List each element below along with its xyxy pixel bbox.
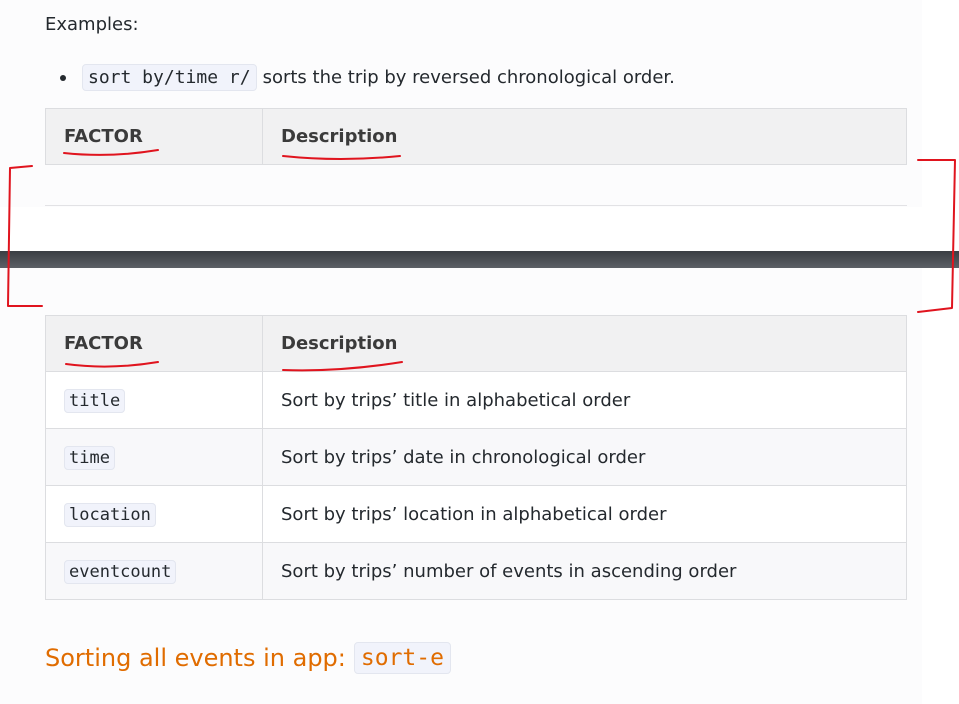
section-heading-code: sort-e	[353, 642, 451, 674]
description-cell: Sort by trips’ location in alphabetical …	[262, 485, 907, 543]
factor-code: title	[64, 388, 126, 413]
header-description: Description	[262, 315, 907, 372]
table-row: title Sort by trips’ title in alphabetic…	[45, 371, 907, 429]
table-row: location Sort by trips’ location in alph…	[45, 485, 907, 543]
section-heading: Sorting all events in app: sort-e	[45, 642, 451, 674]
factor-code: time	[64, 445, 115, 470]
example-description: sorts the trip by reversed chronological…	[262, 67, 675, 88]
factor-code: location	[64, 502, 156, 527]
factor-cell: location	[45, 485, 263, 543]
header-description: Description	[262, 108, 907, 165]
factor-table-bottom: FACTOR Description title Sort by trips’ …	[45, 315, 907, 600]
factor-cell: eventcount	[45, 542, 263, 600]
right-bracket	[917, 159, 956, 313]
table-header-row: FACTOR Description	[45, 108, 907, 165]
example-command-code: sort by/time r/	[82, 64, 257, 91]
table-row: time Sort by trips’ date in chronologica…	[45, 428, 907, 486]
bullet-dot	[60, 74, 66, 81]
description-cell: Sort by trips’ number of events in ascen…	[262, 542, 907, 600]
header-factor: FACTOR	[45, 315, 263, 372]
window-divider-bar[interactable]	[0, 251, 959, 268]
example-list-item: sort by/time r/ sorts the trip by revers…	[60, 64, 675, 91]
header-factor: FACTOR	[45, 108, 263, 165]
table-cut-line	[45, 205, 907, 206]
description-cell: Sort by trips’ title in alphabetical ord…	[262, 371, 907, 429]
section-heading-text: Sorting all events in app:	[45, 644, 346, 672]
table-header-row: FACTOR Description	[45, 315, 907, 372]
factor-cell: time	[45, 428, 263, 486]
factor-cell: title	[45, 371, 263, 429]
table-row: eventcount Sort by trips’ number of even…	[45, 542, 907, 600]
description-cell: Sort by trips’ date in chronological ord…	[262, 428, 907, 486]
factor-table-top: FACTOR Description	[45, 108, 907, 165]
examples-label: Examples:	[45, 14, 139, 35]
factor-code: eventcount	[64, 559, 177, 584]
